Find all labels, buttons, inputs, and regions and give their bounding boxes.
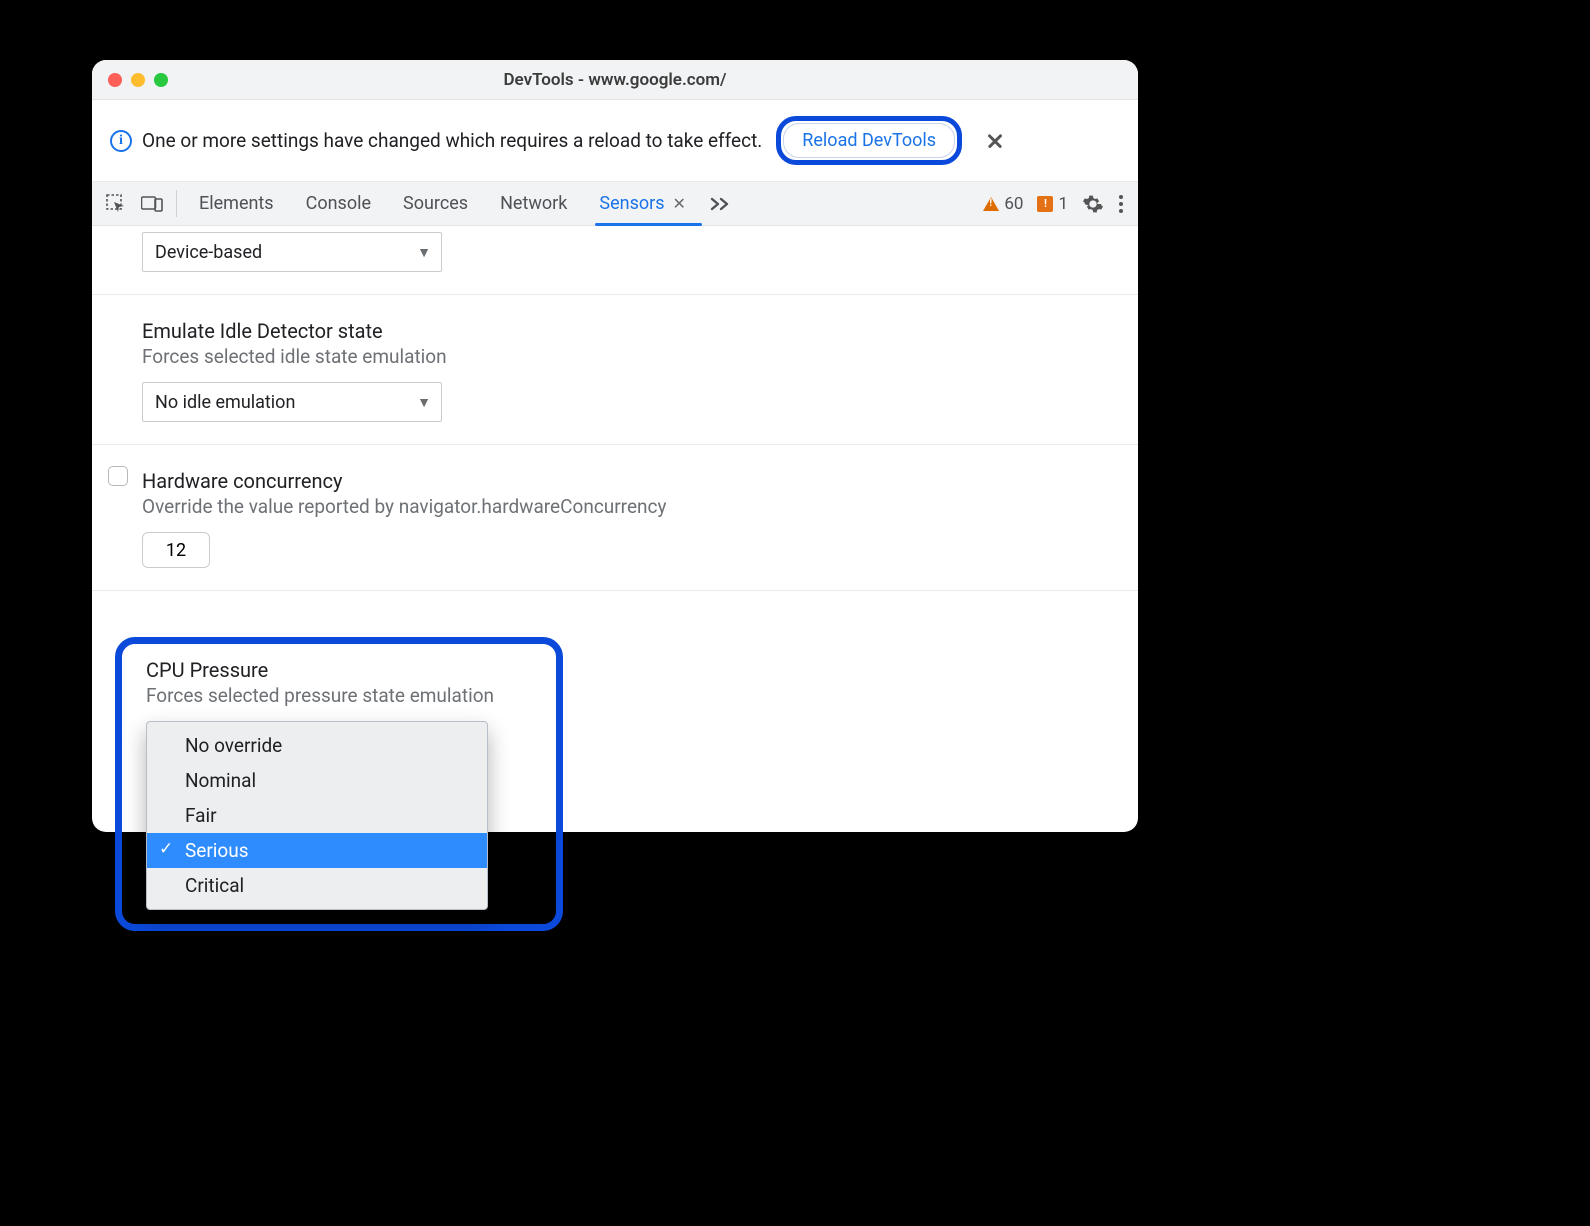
panel-tabs: Elements Console Sources Network Sensors… [183, 182, 702, 225]
option-serious[interactable]: Serious [147, 833, 487, 868]
settings-gear-icon[interactable] [1082, 193, 1104, 215]
warning-icon [983, 197, 999, 211]
issues-count: 1 [1058, 194, 1068, 214]
info-icon: i [110, 130, 132, 152]
select-value: No idle emulation [155, 392, 295, 413]
more-tabs-button[interactable] [702, 182, 740, 225]
inspect-element-icon[interactable] [98, 182, 134, 225]
window-controls [108, 73, 168, 87]
close-window-button[interactable] [108, 73, 122, 87]
idle-emulation-select[interactable]: No idle emulation ▼ [142, 382, 442, 422]
tab-elements[interactable]: Elements [183, 182, 290, 225]
toolbar-separator [176, 190, 177, 217]
zoom-window-button[interactable] [154, 73, 168, 87]
section-subtitle: Forces selected pressure state emulation [146, 684, 542, 707]
close-tab-icon[interactable]: ✕ [673, 194, 686, 213]
warnings-count: 60 [1004, 194, 1023, 214]
chevron-down-icon: ▼ [417, 394, 431, 411]
section-title: Emulate Idle Detector state [142, 319, 1138, 343]
devtools-window: DevTools - www.google.com/ i One or more… [92, 60, 1138, 832]
section-hardware-concurrency: Hardware concurrency Override the value … [92, 445, 1138, 591]
tab-network[interactable]: Network [484, 182, 583, 225]
option-no-override[interactable]: No override [147, 728, 487, 763]
tab-console[interactable]: Console [290, 182, 387, 225]
window-title: DevTools - www.google.com/ [92, 70, 1138, 90]
cpu-pressure-dropdown[interactable]: No override Nominal Fair Serious Critica… [146, 721, 488, 910]
reload-highlight: Reload DevTools [776, 116, 962, 165]
select-value: Device-based [155, 242, 262, 263]
section-subtitle: Forces selected idle state emulation [142, 345, 1138, 368]
tab-sensors[interactable]: Sensors ✕ [583, 182, 702, 225]
reload-devtools-button[interactable]: Reload DevTools [783, 123, 955, 158]
device-toolbar-icon[interactable] [134, 182, 170, 225]
toolbar-right: 60 ! 1 [983, 182, 1132, 225]
section-title: CPU Pressure [146, 658, 542, 682]
option-nominal[interactable]: Nominal [147, 763, 487, 798]
cpu-pressure-highlight: CPU Pressure Forces selected pressure st… [115, 637, 563, 931]
minimize-window-button[interactable] [131, 73, 145, 87]
issue-flag-icon: ! [1037, 196, 1053, 212]
hardware-concurrency-input[interactable] [142, 532, 210, 568]
banner-text: One or more settings have changed which … [142, 129, 762, 152]
tab-label: Sensors [599, 193, 664, 214]
chevron-down-icon: ▼ [417, 244, 431, 261]
section-device-select: Device-based ▼ [92, 226, 1138, 295]
tab-label: Console [306, 193, 371, 214]
tab-sources[interactable]: Sources [387, 182, 484, 225]
more-options-icon[interactable] [1118, 194, 1124, 214]
tab-label: Elements [199, 193, 274, 214]
tab-label: Network [500, 193, 567, 214]
option-critical[interactable]: Critical [147, 868, 487, 903]
hardware-concurrency-checkbox[interactable] [108, 466, 128, 486]
section-idle-detector: Emulate Idle Detector state Forces selec… [92, 295, 1138, 445]
option-fair[interactable]: Fair [147, 798, 487, 833]
section-title: Hardware concurrency [142, 469, 666, 493]
device-based-select[interactable]: Device-based ▼ [142, 232, 442, 272]
reload-banner: i One or more settings have changed whic… [92, 100, 1138, 182]
devtools-toolbar: Elements Console Sources Network Sensors… [92, 182, 1138, 226]
titlebar: DevTools - www.google.com/ [92, 60, 1138, 100]
tab-label: Sources [403, 193, 468, 214]
close-banner-button[interactable] [984, 130, 1006, 152]
issues-badge[interactable]: ! 1 [1037, 194, 1068, 214]
section-subtitle: Override the value reported by navigator… [142, 495, 666, 518]
warnings-badge[interactable]: 60 [983, 194, 1023, 214]
